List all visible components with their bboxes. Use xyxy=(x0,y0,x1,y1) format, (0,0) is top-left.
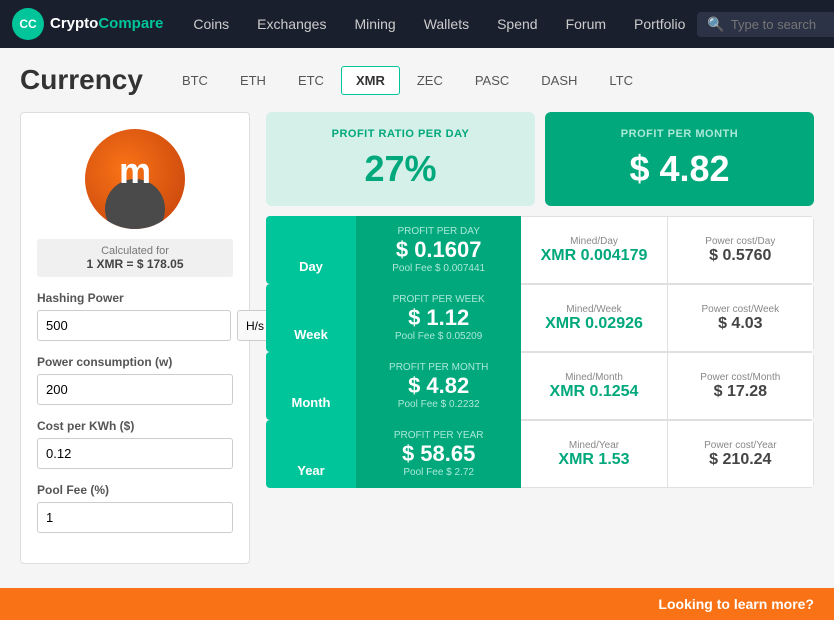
profit-month-value: $ 4.82 xyxy=(565,148,794,190)
power-consumption-label: Power consumption (w) xyxy=(37,355,233,369)
search-icon: 🔍 xyxy=(707,16,724,33)
profit-ratio-value: 27% xyxy=(286,148,515,190)
page-header: Currency BTC ETH ETC XMR ZEC PASC DASH L… xyxy=(20,64,814,96)
data-rows-container: Day Profit per day $ 0.1607 Pool Fee $ 0… xyxy=(266,216,814,488)
coin-logo-letter: m xyxy=(119,150,151,192)
pool-fee-input[interactable] xyxy=(37,502,233,533)
row-profit-day: Profit per day $ 0.1607 Pool Fee $ 0.007… xyxy=(356,216,521,284)
row-mined-week: Mined/week XMR 0.02926 xyxy=(521,284,667,352)
currency-tabs: BTC ETH ETC XMR ZEC PASC DASH LTC xyxy=(167,66,648,95)
row-mined-year: Mined/year XMR 1.53 xyxy=(521,420,667,488)
profit-month-card: Profit Per Month $ 4.82 xyxy=(545,112,814,206)
main-content: m Calculated for 1 XMR = $ 178.05 Hashin… xyxy=(20,112,814,564)
row-power-month: Power cost/Month $ 17.28 xyxy=(668,352,814,420)
profit-ratio-label: Profit Ratio Per Day xyxy=(286,128,515,140)
search-bar[interactable]: 🔍 xyxy=(697,12,834,37)
pool-fee-label: Pool Fee (%) xyxy=(37,483,233,497)
tab-ltc[interactable]: LTC xyxy=(594,66,648,95)
row-power-year: Power cost/Year $ 210.24 xyxy=(668,420,814,488)
nav-coins[interactable]: Coins xyxy=(181,10,241,38)
power-consumption-input[interactable] xyxy=(37,374,233,405)
left-panel: m Calculated for 1 XMR = $ 178.05 Hashin… xyxy=(20,112,250,564)
cost-per-kwh-row xyxy=(37,438,233,483)
nav-forum[interactable]: Forum xyxy=(554,10,618,38)
row-profit-year: Profit per year $ 58.65 Pool Fee $ 2.72 xyxy=(356,420,521,488)
row-label-day: Day xyxy=(266,216,356,284)
summary-row: Profit Ratio Per Day 27% Profit Per Mont… xyxy=(266,112,814,206)
profit-ratio-card: Profit Ratio Per Day 27% xyxy=(266,112,535,206)
nav-mining[interactable]: Mining xyxy=(342,10,407,38)
coin-logo: m xyxy=(85,129,185,229)
row-mined-day: Mined/day XMR 0.004179 xyxy=(521,216,667,284)
right-panel: Profit Ratio Per Day 27% Profit Per Mont… xyxy=(266,112,814,564)
nav-links: Coins Exchanges Mining Wallets Spend For… xyxy=(181,10,697,38)
nav-exchanges[interactable]: Exchanges xyxy=(245,10,338,38)
tab-eth[interactable]: ETH xyxy=(225,66,281,95)
tab-etc[interactable]: ETC xyxy=(283,66,339,95)
logo[interactable]: CC CryptoCompare xyxy=(12,8,163,40)
data-row-month: Month Profit per month $ 4.82 Pool Fee $… xyxy=(266,352,814,420)
logo-icon: CC xyxy=(12,8,44,40)
profit-month-label: Profit Per Month xyxy=(565,128,794,140)
row-profit-month: Profit per month $ 4.82 Pool Fee $ 0.223… xyxy=(356,352,521,420)
row-label-week: Week xyxy=(266,284,356,352)
hashing-power-input[interactable] xyxy=(37,310,231,341)
data-row-day: Day Profit per day $ 0.1607 Pool Fee $ 0… xyxy=(266,216,814,284)
hashing-power-row: H/s KH/s MH/s GH/s xyxy=(37,310,233,341)
power-consumption-row xyxy=(37,374,233,419)
data-row-week: Week Profit per week $ 1.12 Pool Fee $ 0… xyxy=(266,284,814,352)
row-label-year: Year xyxy=(266,420,356,488)
calc-for: Calculated for 1 XMR = $ 178.05 xyxy=(37,239,233,277)
row-mined-month: Mined/month XMR 0.1254 xyxy=(521,352,667,420)
hashing-power-label: Hashing Power xyxy=(37,291,233,305)
cost-per-kwh-label: Cost per KWh ($) xyxy=(37,419,233,433)
footer-text: Looking to learn more? xyxy=(658,596,814,612)
row-power-day: Power cost/Day $ 0.5760 xyxy=(668,216,814,284)
navigation: CC CryptoCompare Coins Exchanges Mining … xyxy=(0,0,834,48)
cost-per-kwh-input[interactable] xyxy=(37,438,233,469)
nav-spend[interactable]: Spend xyxy=(485,10,549,38)
page-title: Currency xyxy=(20,64,143,96)
footer-banner: Looking to learn more? xyxy=(0,588,834,620)
tab-btc[interactable]: BTC xyxy=(167,66,223,95)
nav-wallets[interactable]: Wallets xyxy=(412,10,481,38)
tab-zec[interactable]: ZEC xyxy=(402,66,458,95)
data-row-year: Year Profit per year $ 58.65 Pool Fee $ … xyxy=(266,420,814,488)
tab-dash[interactable]: DASH xyxy=(526,66,592,95)
row-profit-week: Profit per week $ 1.12 Pool Fee $ 0.0520… xyxy=(356,284,521,352)
page-content: Currency BTC ETH ETC XMR ZEC PASC DASH L… xyxy=(0,48,834,580)
logo-text: CryptoCompare xyxy=(50,15,163,33)
search-input[interactable] xyxy=(731,17,834,32)
tab-pasc[interactable]: PASC xyxy=(460,66,524,95)
tab-xmr[interactable]: XMR xyxy=(341,66,400,95)
row-label-month: Month xyxy=(266,352,356,420)
pool-fee-row xyxy=(37,502,233,547)
nav-portfolio[interactable]: Portfolio xyxy=(622,10,697,38)
row-power-week: Power cost/Week $ 4.03 xyxy=(668,284,814,352)
calc-rate: 1 XMR = $ 178.05 xyxy=(43,257,227,271)
coin-logo-container: m xyxy=(37,129,233,229)
